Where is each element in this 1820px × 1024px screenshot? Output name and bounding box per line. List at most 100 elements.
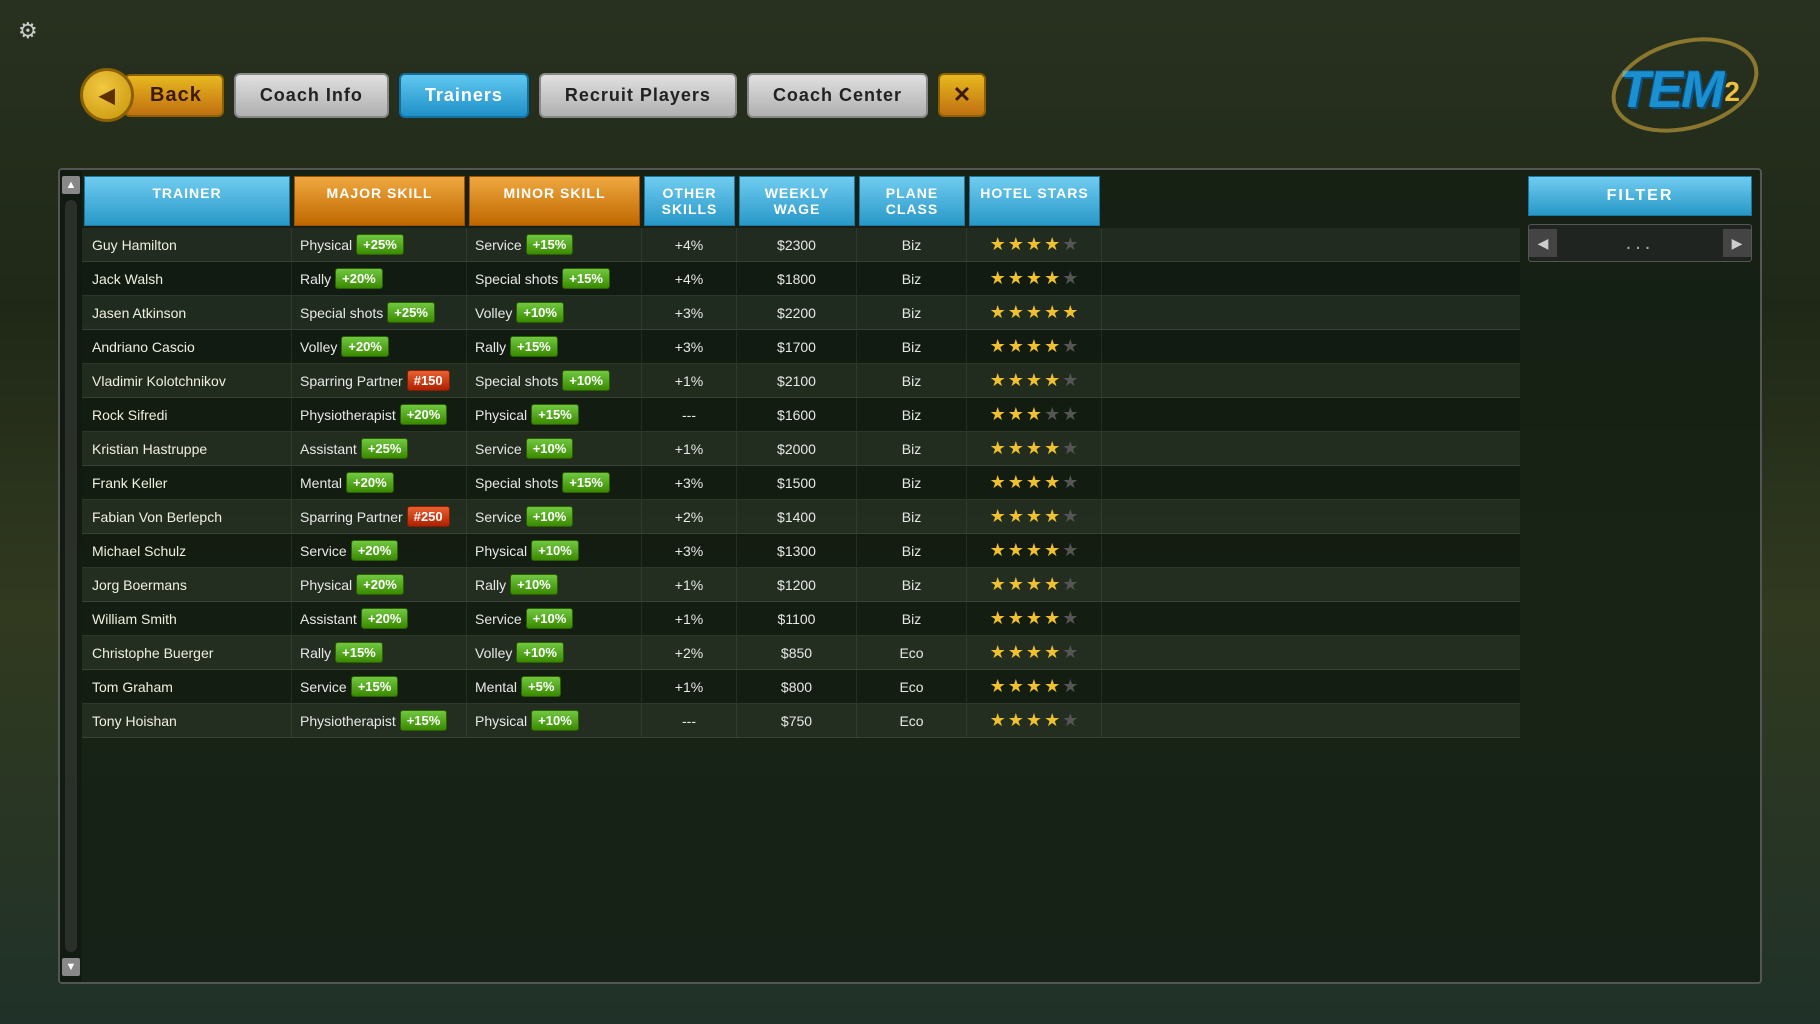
table-row[interactable]: Tony Hoishan Physiotherapist +15% Physic… [82,704,1520,738]
cell-major-skill: Physiotherapist +15% [292,704,467,737]
filter-next-arrow[interactable]: ▶ [1723,229,1751,257]
cell-wage: $1100 [737,602,857,635]
cell-minor-skill: Volley +10% [467,636,642,669]
cell-minor-skill: Special shots +15% [467,466,642,499]
tab-coach-center[interactable]: Coach Center [747,73,928,118]
th-plane-class: PLANECLASS [859,176,965,226]
table-row[interactable]: Tom Graham Service +15% Mental +5% +1% $… [82,670,1520,704]
cell-other: +1% [642,568,737,601]
cell-plane: Biz [857,568,967,601]
filter-prev-arrow[interactable]: ◀ [1529,229,1557,257]
scroll-down-arrow[interactable]: ▼ [62,958,80,976]
cell-plane: Biz [857,262,967,295]
cell-minor-skill: Service +10% [467,602,642,635]
minor-badge: +10% [526,608,574,629]
table-area: TRAINER MAJOR SKILL MINOR SKILL OTHERSKI… [82,170,1520,982]
cell-major-skill: Assistant +20% [292,602,467,635]
table-row[interactable]: Frank Keller Mental +20% Special shots +… [82,466,1520,500]
scroll-up-arrow[interactable]: ▲ [62,176,80,194]
table-row[interactable]: Kristian Hastruppe Assistant +25% Servic… [82,432,1520,466]
table-row[interactable]: Michael Schulz Service +20% Physical +10… [82,534,1520,568]
cell-stars: ★★★★★ [967,398,1102,431]
major-badge: #250 [407,506,450,527]
major-badge: +20% [341,336,389,357]
minor-badge: +5% [521,676,561,697]
filter-dots: ... [1557,232,1723,255]
cell-other: +1% [642,432,737,465]
major-badge: +20% [335,268,383,289]
cell-plane: Eco [857,636,967,669]
cell-major-skill: Sparring Partner #150 [292,364,467,397]
back-label[interactable]: Back [124,74,224,117]
tab-trainers[interactable]: Trainers [399,73,529,118]
cell-plane: Eco [857,670,967,703]
cell-other: +4% [642,262,737,295]
minor-badge: +15% [526,234,574,255]
cell-minor-skill: Volley +10% [467,296,642,329]
table-row[interactable]: William Smith Assistant +20% Service +10… [82,602,1520,636]
cell-stars: ★★★★★ [967,330,1102,363]
table-row[interactable]: Andriano Cascio Volley +20% Rally +15% +… [82,330,1520,364]
table-row[interactable]: Christophe Buerger Rally +15% Volley +10… [82,636,1520,670]
cell-name: Tony Hoishan [82,704,292,737]
right-panel: FILTER ◀ ... ▶ [1520,170,1760,982]
minor-badge: +10% [510,574,558,595]
minor-badge: +10% [531,710,579,731]
close-button[interactable]: ✕ [938,73,986,117]
cell-name: Jasen Atkinson [82,296,292,329]
table-row[interactable]: Jorg Boermans Physical +20% Rally +10% +… [82,568,1520,602]
cell-name: Vladimir Kolotchnikov [82,364,292,397]
cell-plane: Biz [857,500,967,533]
cell-minor-skill: Service +10% [467,432,642,465]
cell-wage: $2000 [737,432,857,465]
th-major-skill: MAJOR SKILL [294,176,465,226]
back-button[interactable]: ◀ Back [80,68,224,122]
table-row[interactable]: Jasen Atkinson Special shots +25% Volley… [82,296,1520,330]
cell-name: Frank Keller [82,466,292,499]
cell-name: Fabian Von Berlepch [82,500,292,533]
table-row[interactable]: Vladimir Kolotchnikov Sparring Partner #… [82,364,1520,398]
cell-stars: ★★★★★ [967,670,1102,703]
cell-stars: ★★★★★ [967,704,1102,737]
cell-other: +3% [642,534,737,567]
cell-major-skill: Rally +15% [292,636,467,669]
cell-stars: ★★★★★ [967,262,1102,295]
cell-stars: ★★★★★ [967,602,1102,635]
cell-name: Jorg Boermans [82,568,292,601]
cell-minor-skill: Physical +10% [467,704,642,737]
tab-coach-info[interactable]: Coach Info [234,73,389,118]
cell-major-skill: Service +20% [292,534,467,567]
main-panel: ▲ ▼ TRAINER MAJOR SKILL MINOR SKILL OTHE… [58,168,1762,984]
cell-wage: $850 [737,636,857,669]
tab-recruit-players[interactable]: Recruit Players [539,73,737,118]
cell-wage: $2300 [737,228,857,261]
minor-badge: +10% [516,642,564,663]
major-badge: +20% [400,404,448,425]
cell-minor-skill: Service +15% [467,228,642,261]
cell-wage: $2200 [737,296,857,329]
table-header: TRAINER MAJOR SKILL MINOR SKILL OTHERSKI… [82,170,1520,228]
cell-wage: $1500 [737,466,857,499]
table-row[interactable]: Guy Hamilton Physical +25% Service +15% … [82,228,1520,262]
cell-major-skill: Physical +20% [292,568,467,601]
table-row[interactable]: Fabian Von Berlepch Sparring Partner #25… [82,500,1520,534]
cell-wage: $1700 [737,330,857,363]
cell-major-skill: Assistant +25% [292,432,467,465]
cell-plane: Biz [857,534,967,567]
major-badge: +25% [387,302,435,323]
cell-name: Jack Walsh [82,262,292,295]
logo: TEM2 [1619,60,1740,120]
back-circle-icon: ◀ [80,68,134,122]
cell-other: +2% [642,636,737,669]
major-badge: +20% [356,574,404,595]
cell-stars: ★★★★★ [967,636,1102,669]
table-row[interactable]: Rock Sifredi Physiotherapist +20% Physic… [82,398,1520,432]
cell-minor-skill: Physical +10% [467,534,642,567]
cell-stars: ★★★★★ [967,534,1102,567]
table-row[interactable]: Jack Walsh Rally +20% Special shots +15%… [82,262,1520,296]
settings-icon[interactable]: ⚙ [18,18,38,44]
cell-major-skill: Mental +20% [292,466,467,499]
cell-wage: $800 [737,670,857,703]
cell-name: Andriano Cascio [82,330,292,363]
cell-wage: $2100 [737,364,857,397]
